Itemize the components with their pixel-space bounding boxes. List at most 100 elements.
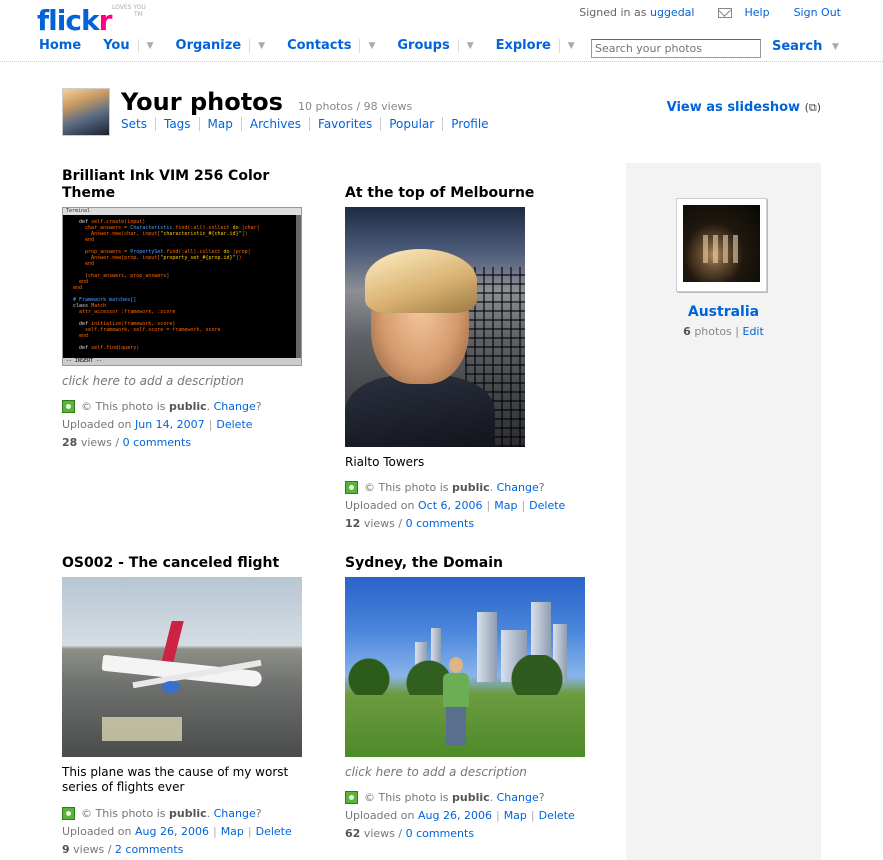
privacy-prefix: © This photo is [81,400,166,413]
logo-tag-text: LOVES YOU [112,4,146,11]
delete-link[interactable]: Delete [529,499,565,512]
terminal-code: def self.create(input) char_answers = Ch… [73,219,260,351]
search-button[interactable]: Search [772,39,822,54]
nav-divider [249,38,251,53]
sign-out-link[interactable]: Sign Out [794,6,841,19]
privacy-line: © This photo is public. Change? [345,789,595,807]
upload-date-link[interactable]: Oct 6, 2006 [418,499,483,512]
logo-tm: TM [134,11,143,18]
chevron-down-icon[interactable]: ▼ [258,41,265,51]
slideshow-link[interactable]: View as slideshow (⧉) [667,100,821,115]
nav-contacts[interactable]: Contacts ▼ [287,38,375,53]
upload-line: Uploaded on Aug 26, 2006 | Map | Delete [62,825,292,838]
public-icon [345,791,358,804]
nav-organize-label[interactable]: Organize [176,38,242,53]
mail-icon[interactable] [718,7,733,18]
nav-contacts-label[interactable]: Contacts [287,38,351,53]
privacy-line: © This photo is public. Change? [345,479,595,497]
map-link[interactable]: Map [504,809,527,822]
photo-thumbnail[interactable] [345,207,595,447]
subnav-popular[interactable]: Popular [380,117,442,131]
username-link[interactable]: uggedal [650,6,694,19]
terminal-screenshot[interactable]: Terminal def self.create(input) char_ans… [62,207,302,366]
view-count: 12 [345,517,361,530]
privacy-prefix: © This photo is [364,791,449,804]
nav-home[interactable]: Home [39,38,81,53]
delete-link[interactable]: Delete [256,825,292,838]
subnav-sets[interactable]: Sets [121,117,155,131]
public-icon [62,807,75,820]
chevron-down-icon[interactable]: ▼ [368,41,375,51]
chevron-down-icon[interactable]: ▼ [832,42,839,52]
privacy-status: public [168,807,207,820]
nav-explore-label[interactable]: Explore [496,38,551,53]
subnav-archives[interactable]: Archives [240,117,309,131]
nav-explore[interactable]: Explore ▼ [496,38,575,53]
map-link[interactable]: Map [221,825,244,838]
photo-meta: © This photo is public. Change? Uploaded… [62,398,312,452]
comments-link[interactable]: 0 comments [406,827,475,840]
nav-groups[interactable]: Groups ▼ [397,38,473,53]
subnav-map[interactable]: Map [198,117,241,131]
nav-divider [558,38,560,53]
photo-title[interactable]: Brilliant Ink VIM 256 Color Theme [62,168,312,202]
nav-you-label[interactable]: You [103,38,129,53]
avatar[interactable] [62,88,110,136]
melbourne-portrait-photo[interactable] [345,207,525,447]
photo-title[interactable]: At the top of Melbourne [345,185,595,202]
photo-card: Sydney, the Domain click here to add a d… [345,555,595,843]
chevron-down-icon[interactable]: ▼ [147,41,154,51]
upload-date-link[interactable]: Aug 26, 2006 [418,809,492,822]
nav-you[interactable]: You ▼ [103,38,153,53]
change-privacy-link[interactable]: Change [497,481,539,494]
photo-description[interactable]: click here to add a description [62,374,312,388]
delete-link[interactable]: Delete [216,418,252,431]
photo-thumbnail[interactable] [345,577,595,757]
photo-description[interactable]: click here to add a description [345,765,595,779]
set-edit-link[interactable]: Edit [743,325,764,338]
chevron-down-icon[interactable]: ▼ [467,41,474,51]
sets-sidebar: Australia 6 photos | Edit [626,163,821,860]
terminal-statusbar: -- INSERT -- [63,358,301,365]
nav-divider [359,38,361,53]
chevron-down-icon[interactable]: ▼ [568,41,575,51]
change-privacy-link[interactable]: Change [214,400,256,413]
flickr-logo[interactable]: flickr [37,4,113,37]
plane-photo[interactable] [62,577,302,757]
upload-date-link[interactable]: Jun 14, 2007 [135,418,205,431]
subnav-profile[interactable]: Profile [442,117,496,131]
upload-date-link[interactable]: Aug 26, 2006 [135,825,209,838]
upload-line: Uploaded on Aug 26, 2006 | Map | Delete [345,809,575,822]
nav-groups-label[interactable]: Groups [397,38,449,53]
upload-line: Uploaded on Oct 6, 2006 | Map | Delete [345,499,566,512]
help-link[interactable]: Help [744,6,769,19]
privacy-line: © This photo is public. Change? [62,805,312,823]
photo-description[interactable]: Rialto Towers [345,455,595,469]
photo-description[interactable]: This plane was the cause of my worst ser… [62,765,312,795]
comments-link[interactable]: 2 comments [115,843,184,856]
delete-link[interactable]: Delete [539,809,575,822]
set-cover-photo[interactable] [683,205,760,282]
change-privacy-link[interactable]: Change [497,791,539,804]
comments-link[interactable]: 0 comments [123,436,192,449]
privacy-prefix: © This photo is [81,807,166,820]
uploaded-label: Uploaded on [345,809,415,822]
subnav-favorites[interactable]: Favorites [309,117,380,131]
set-thumbnail[interactable] [676,198,767,292]
nav-organize[interactable]: Organize ▼ [176,38,266,53]
set-title-link[interactable]: Australia [626,304,821,320]
photo-thumbnail[interactable] [62,577,312,757]
change-privacy-link[interactable]: Change [214,807,256,820]
slideshow-label[interactable]: View as slideshow [667,100,800,115]
photo-thumbnail[interactable]: Terminal def self.create(input) char_ans… [62,207,312,366]
map-link[interactable]: Map [494,499,517,512]
nav-divider [457,38,459,53]
photo-title[interactable]: OS002 - The canceled flight [62,555,312,572]
comments-link[interactable]: 0 comments [406,517,475,530]
photo-title[interactable]: Sydney, the Domain [345,555,595,572]
logo-r: r [98,4,113,37]
sydney-photo[interactable] [345,577,585,757]
nav-home-label[interactable]: Home [39,38,81,53]
search-input[interactable] [591,39,761,58]
subnav-tags[interactable]: Tags [154,117,199,131]
